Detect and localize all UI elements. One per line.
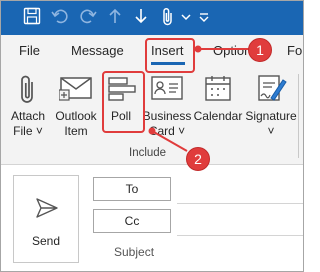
annotation-badge-2: 2 bbox=[186, 147, 210, 171]
signature-icon bbox=[257, 74, 287, 109]
cc-field[interactable] bbox=[177, 235, 303, 236]
tab-file[interactable]: File bbox=[19, 43, 40, 59]
business-card-label-1: Business bbox=[142, 109, 192, 123]
annotation-box-poll bbox=[102, 71, 145, 133]
cc-button[interactable]: Cc bbox=[93, 209, 171, 233]
signature-label-1: Signature bbox=[245, 109, 297, 123]
annotation-badge-1: 1 bbox=[248, 38, 272, 62]
annotation-box-insert-tab bbox=[145, 38, 195, 73]
attach-icon[interactable] bbox=[161, 7, 175, 27]
include-group-label: Include bbox=[129, 147, 167, 159]
attach-file-button[interactable]: Attach File ˅ bbox=[5, 68, 51, 144]
calendar-label: Calendar bbox=[193, 109, 243, 123]
save-icon[interactable] bbox=[23, 7, 41, 25]
send-icon bbox=[36, 198, 58, 223]
send-button[interactable]: Send bbox=[13, 175, 79, 263]
down-arrow-icon[interactable] bbox=[133, 7, 149, 25]
undo-icon[interactable] bbox=[51, 7, 69, 25]
title-bar bbox=[1, 1, 303, 35]
business-card-icon bbox=[151, 76, 183, 107]
business-card-label-2: Card ˅ bbox=[148, 124, 186, 138]
envelope-icon bbox=[58, 74, 93, 109]
calendar-button[interactable]: Calendar bbox=[193, 68, 243, 144]
tab-format[interactable]: Fo bbox=[287, 43, 302, 59]
calendar-icon bbox=[203, 74, 233, 109]
paperclip-icon bbox=[19, 74, 37, 111]
to-field[interactable] bbox=[177, 203, 303, 204]
compose-area: Send To Cc Subject bbox=[1, 165, 303, 271]
group-divider bbox=[298, 74, 299, 158]
to-button[interactable]: To bbox=[93, 177, 171, 201]
redo-icon[interactable] bbox=[79, 7, 97, 25]
ribbon-insert: Attach File ˅ Outlook Item Poll Business… bbox=[1, 68, 303, 165]
up-arrow-icon[interactable] bbox=[107, 7, 123, 25]
signature-button[interactable]: Signature ˅ bbox=[243, 68, 299, 144]
outlook-item-label-2: Item bbox=[64, 124, 88, 138]
chevron-down-icon[interactable] bbox=[181, 13, 191, 21]
signature-label-2: ˅ bbox=[267, 124, 275, 138]
send-label: Send bbox=[31, 234, 61, 248]
subject-label: Subject bbox=[114, 245, 155, 259]
attach-file-label-2: File ˅ bbox=[13, 124, 43, 138]
attach-file-label-1: Attach bbox=[10, 109, 46, 123]
customize-qat-icon[interactable] bbox=[199, 13, 209, 23]
outlook-item-button[interactable]: Outlook Item bbox=[51, 68, 101, 144]
tab-message[interactable]: Message bbox=[71, 43, 124, 59]
outlook-item-label-1: Outlook bbox=[55, 109, 97, 123]
business-card-button[interactable]: Business Card ˅ bbox=[141, 68, 193, 144]
outlook-compose-window: File Message Insert Options Fo Attach Fi… bbox=[0, 0, 304, 272]
